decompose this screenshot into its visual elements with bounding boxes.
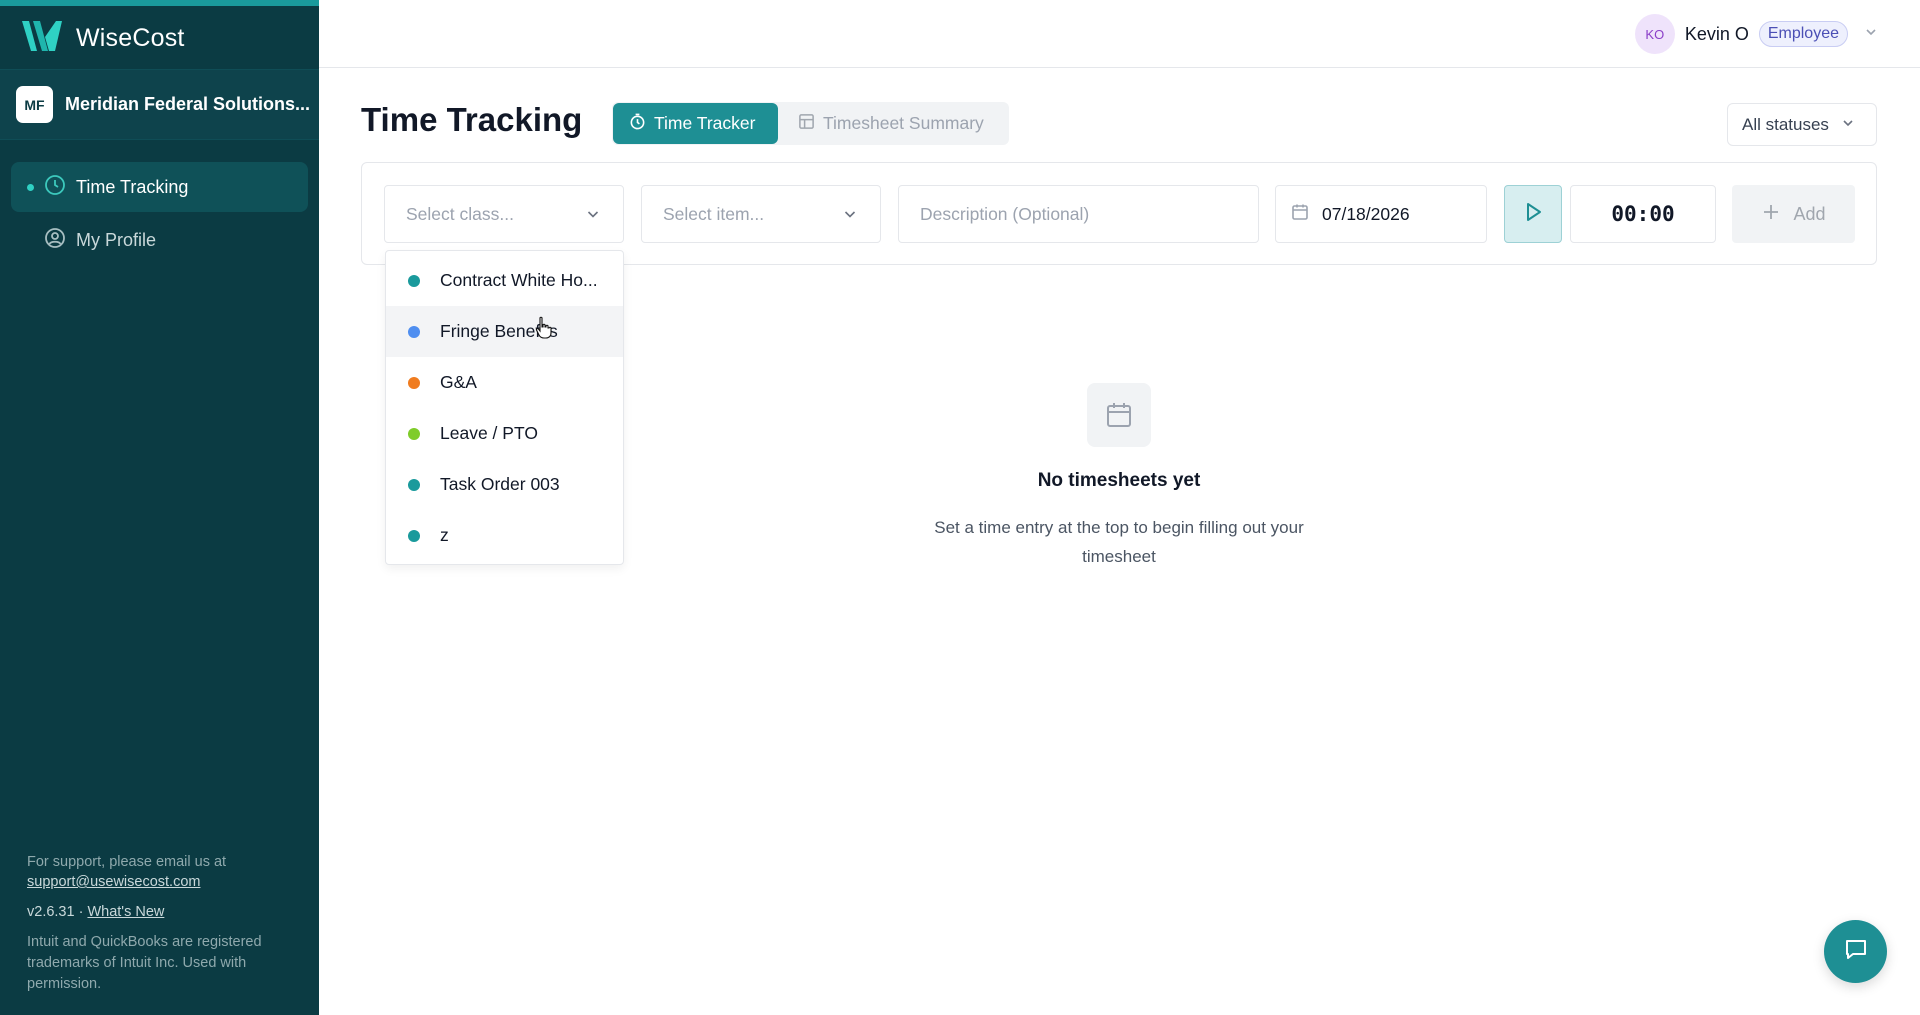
class-option-label: Contract White Ho...: [440, 270, 598, 290]
class-option[interactable]: z: [386, 510, 623, 561]
tab-time-tracker[interactable]: Time Tracker: [613, 103, 778, 144]
description-input[interactable]: Description (Optional): [898, 185, 1259, 243]
date-value: 07/18/2026: [1322, 203, 1410, 224]
view-tabs: Time Tracker Timesheet Summary: [612, 102, 1009, 145]
empty-state-subtitle: Set a time entry at the top to begin fil…: [934, 518, 1304, 566]
timer-display[interactable]: 00:00: [1570, 185, 1716, 243]
whats-new-link[interactable]: What's New: [87, 904, 164, 920]
empty-state-title: No timesheets yet: [1037, 470, 1201, 491]
class-select[interactable]: Select class...: [384, 185, 624, 243]
class-option[interactable]: Leave / PTO: [386, 408, 623, 459]
class-color-dot: [408, 427, 420, 440]
org-name: Meridian Federal Solutions...: [65, 94, 311, 114]
sidebar: WiseCost MF Meridian Federal Solutions..…: [0, 0, 319, 1015]
legal-text: Intuit and QuickBooks are registered tra…: [27, 934, 262, 992]
chevron-down-icon[interactable]: [1858, 25, 1878, 44]
brand[interactable]: WiseCost: [20, 20, 185, 56]
support-text: For support, please email us at: [27, 854, 227, 870]
class-option[interactable]: Task Order 003: [386, 459, 623, 510]
description-placeholder: Description (Optional): [920, 203, 1090, 224]
support-email-link[interactable]: support@usewisecost.com: [27, 874, 200, 890]
class-option[interactable]: Contract White Ho...: [386, 255, 623, 306]
support-footer: For support, please email us at support@…: [27, 852, 297, 995]
class-option-label: Leave / PTO: [440, 423, 538, 443]
org-badge: MF: [16, 86, 53, 123]
user-circle-icon: [44, 227, 66, 254]
sidebar-item-time-tracking[interactable]: Time Tracking: [11, 162, 308, 212]
sidebar-nav: Time Tracking My Profile: [11, 162, 308, 268]
class-color-dot: [408, 478, 420, 491]
class-select-placeholder: Select class...: [406, 203, 514, 224]
class-color-dot: [408, 274, 420, 287]
user-menu[interactable]: KO Kevin O Employee: [1634, 14, 1878, 54]
org-switcher[interactable]: MF Meridian Federal Solutions...: [0, 69, 319, 140]
class-color-dot: [408, 529, 420, 542]
class-option-label: Fringe Benefits: [440, 321, 558, 341]
sidebar-item-label: My Profile: [76, 229, 157, 250]
table-icon: [798, 113, 815, 135]
tab-timesheet-summary[interactable]: Timesheet Summary: [782, 103, 984, 144]
chat-bubble-icon: [1842, 935, 1870, 968]
stopwatch-icon: [629, 113, 646, 135]
date-picker[interactable]: 07/18/2026: [1275, 185, 1487, 243]
class-option[interactable]: Fringe Benefits: [386, 306, 623, 357]
chevron-down-icon: [842, 206, 858, 227]
wisecost-logo-icon: [20, 19, 64, 58]
chevron-down-icon: [585, 206, 601, 227]
top-header: KO Kevin O Employee: [319, 0, 1920, 68]
status-filter-value: All statuses: [1742, 114, 1829, 134]
class-option-label: Task Order 003: [440, 474, 560, 494]
class-option-label: G&A: [440, 372, 477, 392]
chat-support-button[interactable]: [1824, 920, 1887, 983]
clock-icon: [44, 174, 66, 201]
start-timer-button[interactable]: [1504, 185, 1562, 243]
add-label: Add: [1793, 203, 1826, 224]
sidebar-accent-bar: [0, 0, 319, 6]
user-name: Kevin O: [1684, 23, 1749, 44]
calendar-icon: [1290, 202, 1310, 227]
status-filter-select[interactable]: All statuses: [1727, 103, 1877, 146]
tab-label: Timesheet Summary: [823, 113, 984, 133]
class-option[interactable]: G&A: [386, 357, 623, 408]
tab-label: Time Tracker: [654, 113, 756, 133]
class-option-label: z: [440, 525, 449, 545]
play-icon: [1521, 200, 1545, 229]
app-name: WiseCost: [76, 23, 185, 52]
avatar: KO: [1634, 14, 1675, 54]
plus-icon: [1761, 202, 1781, 227]
sidebar-item-my-profile[interactable]: My Profile: [11, 215, 308, 265]
class-color-dot: [408, 325, 420, 338]
class-dropdown-menu: Contract White Ho... Fringe Benefits G&A…: [385, 250, 624, 565]
active-indicator-dot: [27, 183, 34, 191]
class-color-dot: [408, 376, 420, 389]
item-select[interactable]: Select item...: [641, 185, 881, 243]
version-text: v2.6.31 ·: [27, 904, 84, 920]
add-entry-button[interactable]: Add: [1732, 185, 1855, 243]
item-select-placeholder: Select item...: [663, 203, 765, 224]
role-badge: Employee: [1758, 21, 1848, 47]
chevron-down-icon: [1841, 115, 1855, 135]
empty-state-calendar-icon: [1087, 383, 1151, 447]
sidebar-item-label: Time Tracking: [76, 176, 189, 197]
hand-pointer-cursor-icon: [535, 316, 553, 345]
page-title: Time Tracking: [361, 101, 583, 138]
